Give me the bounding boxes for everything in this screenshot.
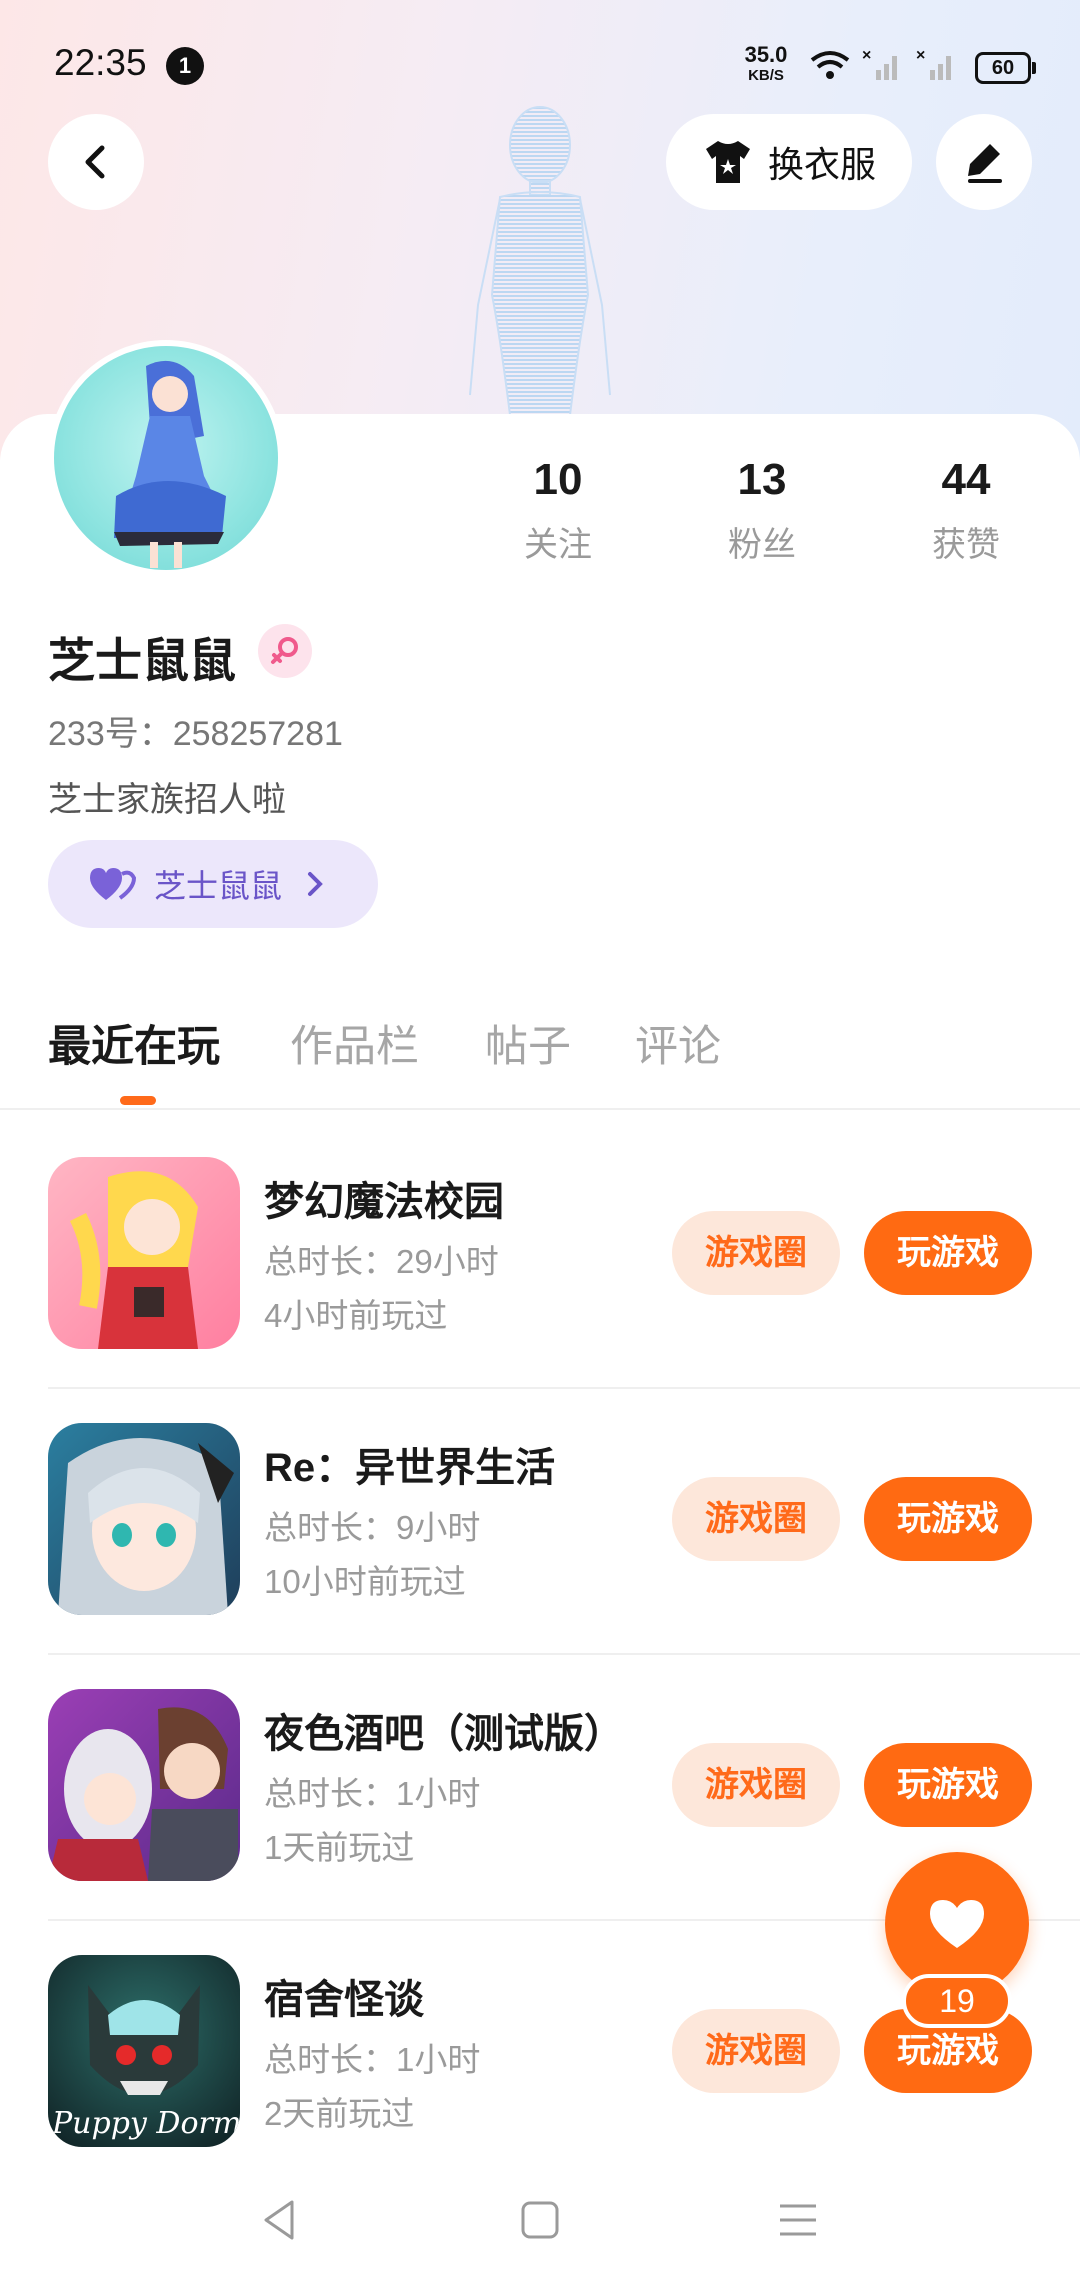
game-last-played: 1天前玩过 (264, 1829, 415, 1866)
wifi-icon (810, 51, 850, 79)
svg-text:×: × (916, 47, 925, 64)
nav-back-button[interactable] (250, 2190, 310, 2250)
heart-icon (930, 1900, 984, 1948)
game-last-played: 10小时前玩过 (264, 1563, 466, 1600)
avatar-image (54, 346, 278, 570)
pen-icon (968, 144, 1002, 183)
list-item[interactable]: Re：异世界生活 总时长：9小时 10小时前玩过 游戏圈 玩游戏 (48, 1423, 1080, 1689)
play-game-button[interactable]: 玩游戏 (864, 1211, 1032, 1295)
likes-label: 获赞 (932, 526, 1000, 564)
nav-home-button[interactable] (510, 2190, 570, 2250)
tab-comments[interactable]: 评论 (635, 1012, 721, 1074)
user-bio: 芝士家族招人啦 (48, 781, 286, 819)
stat-likes[interactable]: 44 获赞 (896, 455, 1036, 566)
svg-text:×: × (862, 47, 871, 64)
game-title: 宿舍怪谈 (264, 1978, 424, 2022)
game-icon[interactable] (48, 1689, 240, 1881)
avatar-3d-figure (469, 106, 611, 415)
like-count-badge: 19 (902, 1974, 1012, 2028)
hamburger-menu-icon (780, 2204, 816, 2236)
row-divider (48, 1653, 1080, 1655)
nav-menu-button[interactable] (768, 2190, 828, 2250)
game-duration: 总时长：9小时 (264, 1509, 481, 1546)
signal-sim1-icon: × (862, 47, 897, 80)
game-duration: 总时长：1小时 (264, 1775, 481, 1812)
fans-count: 13 (737, 455, 787, 504)
notification-badge: 1 (166, 47, 204, 85)
game-cover-image (48, 1707, 238, 1881)
game-circle-button[interactable]: 游戏圈 (672, 1477, 840, 1561)
game-cover-image: Puppy Dorm (51, 1985, 240, 2141)
game-circle-button[interactable]: 游戏圈 (672, 1211, 840, 1295)
signal-sim2-icon: × (916, 47, 951, 80)
chevron-left-icon (85, 145, 105, 179)
female-icon (271, 637, 298, 664)
status-bar: 22:35 1 35.0 KB/S × × 60 (0, 0, 1080, 130)
game-title: Re：异世界生活 (264, 1446, 556, 1490)
tab-active-indicator (120, 1096, 156, 1105)
game-cover-image (69, 1171, 198, 1349)
list-item[interactable]: 梦幻魔法校园 总时长：29小时 4小时前玩过 游戏圈 玩游戏 (48, 1157, 1080, 1423)
game-icon[interactable] (48, 1157, 240, 1349)
back-button[interactable] (48, 114, 144, 210)
game-icon[interactable] (48, 1423, 240, 1615)
game-cover-image (58, 1438, 234, 1615)
chevron-right-icon (308, 872, 323, 896)
tab-recently-played[interactable]: 最近在玩 (48, 1012, 220, 1074)
heart-pair-icon (90, 868, 136, 900)
status-time: 22:35 (54, 42, 147, 83)
play-game-button[interactable]: 玩游戏 (864, 1743, 1032, 1827)
likes-count: 44 (941, 455, 991, 504)
following-label: 关注 (524, 526, 592, 564)
game-cover-logo-text: Puppy Dorm (51, 2106, 240, 2141)
battery-indicator: 60 (975, 52, 1036, 84)
dress-up-button[interactable]: 换衣服 (666, 114, 912, 210)
user-id: 233号：258257281 (48, 715, 343, 753)
tab-posts[interactable]: 帖子 (485, 1012, 571, 1074)
game-title: 夜色酒吧（测试版） (264, 1712, 624, 1756)
tab-works[interactable]: 作品栏 (290, 1012, 419, 1074)
avatar-character-illustration (114, 360, 226, 568)
stat-following[interactable]: 10 关注 (488, 455, 628, 566)
game-icon[interactable]: Puppy Dorm (48, 1955, 240, 2147)
stat-fans[interactable]: 13 粉丝 (692, 455, 832, 566)
play-game-button[interactable]: 玩游戏 (864, 1477, 1032, 1561)
system-navigation-bar (0, 2150, 1080, 2280)
profile-tabs: 最近在玩 作品栏 帖子 评论 (48, 1012, 1048, 1112)
game-last-played: 2天前玩过 (264, 2095, 415, 2132)
network-speed-value: 35.0 (744, 42, 788, 67)
family-chip[interactable]: 芝士鼠鼠 (48, 840, 378, 928)
family-chip-label: 芝士鼠鼠 (154, 868, 283, 904)
game-last-played: 4小时前玩过 (264, 1297, 448, 1334)
network-speed: 35.0 KB/S (738, 42, 794, 84)
tabs-divider (0, 1108, 1080, 1110)
game-duration: 总时长：29小时 (264, 1243, 499, 1280)
triangle-back-icon (264, 2200, 294, 2240)
dress-up-label: 换衣服 (767, 144, 876, 185)
fans-label: 粉丝 (728, 526, 796, 564)
username: 芝士鼠鼠 (48, 634, 236, 687)
game-title: 梦幻魔法校园 (264, 1180, 504, 1224)
gender-badge (258, 624, 312, 678)
game-circle-button[interactable]: 游戏圈 (672, 2009, 840, 2093)
network-speed-unit: KB/S (748, 67, 784, 84)
edit-profile-button[interactable] (936, 114, 1032, 210)
row-divider (48, 1387, 1080, 1389)
avatar[interactable] (48, 340, 284, 576)
square-home-icon (521, 2201, 559, 2239)
game-duration: 总时长：1小时 (264, 2041, 481, 2078)
shirt-icon (705, 141, 750, 183)
following-count: 10 (533, 455, 583, 504)
game-circle-button[interactable]: 游戏圈 (672, 1743, 840, 1827)
